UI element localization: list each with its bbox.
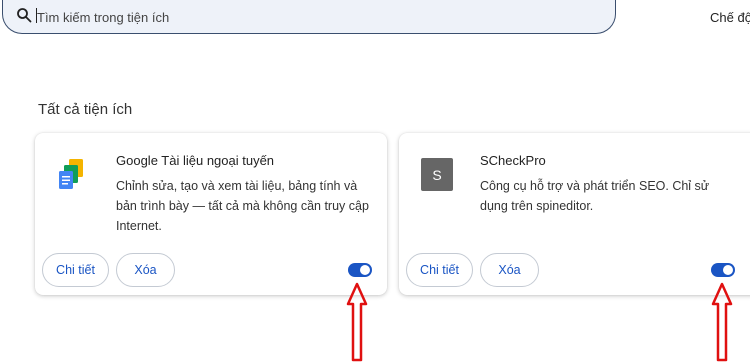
remove-button[interactable]: Xóa (480, 253, 539, 287)
extension-card-google-docs: Google Tài liệu ngoại tuyến Chỉnh sửa, t… (35, 133, 387, 295)
red-arrow-annotation-icon (346, 282, 368, 362)
toggle-knob (723, 265, 733, 275)
extension-name: SCheckPro (480, 153, 546, 168)
toggle-knob (360, 265, 370, 275)
developer-mode-label[interactable]: Chế độ (710, 10, 750, 25)
google-docs-icon (59, 159, 83, 189)
extension-description: Công cụ hỗ trợ và phát triển SEO. Chỉ sử… (480, 179, 710, 213)
details-button[interactable]: Chi tiết (406, 253, 473, 287)
extension-name: Google Tài liệu ngoại tuyến (116, 153, 275, 168)
search-icon (17, 8, 32, 23)
remove-button[interactable]: Xóa (116, 253, 175, 287)
extension-card-scheckpro: S SCheckPro Công cụ hỗ trợ và phát triển… (399, 133, 750, 295)
details-button[interactable]: Chi tiết (42, 253, 109, 287)
section-title: Tất cả tiện ích (38, 101, 133, 118)
search-input[interactable]: Tìm kiếm trong tiện ích (37, 10, 169, 25)
enable-toggle[interactable] (711, 263, 735, 277)
extension-description: Chỉnh sửa, tạo và xem tài liệu, bảng tín… (116, 179, 369, 233)
search-bar[interactable]: Tìm kiếm trong tiện ích (2, 0, 616, 34)
enable-toggle[interactable] (348, 263, 372, 277)
red-arrow-annotation-icon (711, 282, 733, 362)
extension-letter-icon: S (421, 158, 453, 191)
